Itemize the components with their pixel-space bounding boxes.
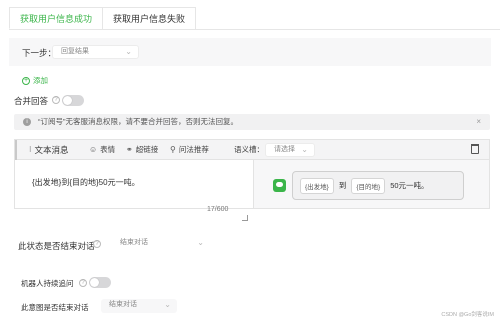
next-step-select[interactable]: 回复结果 ⌄ <box>52 45 139 59</box>
slot-placeholder: 请选择 <box>274 146 295 153</box>
message-preview: {出发地} 到 {目的地} 50元一吨。 <box>253 160 489 208</box>
robot-followup-label: 机器人持续追问 <box>21 279 74 288</box>
next-step-label: 下一步： <box>22 48 57 58</box>
trash-icon[interactable] <box>471 144 479 154</box>
plus-circle-icon: + <box>22 76 30 85</box>
help-icon[interactable]: ? <box>93 240 101 248</box>
end-dialog-label: 此状态是否结束对话 <box>18 241 95 251</box>
tab-user-info-failure[interactable]: 获取用户信息失败 <box>102 7 197 29</box>
notice-text: “订阅号”无客服消息权限，请不要合并回答，否则无法回复。 <box>38 117 238 126</box>
preview-text-tail: 50元一吨。 <box>390 181 429 190</box>
recommend-button[interactable]: ⚲ 问法推荐 <box>170 140 209 160</box>
add-button[interactable]: + 添加 <box>22 75 48 86</box>
close-icon[interactable]: × <box>476 114 481 130</box>
notice-banner: i “订阅号”无客服消息权限，请不要合并回答，否则无法回复。 × <box>14 114 490 130</box>
slot-select[interactable]: 请选择 ⌄ <box>265 143 315 157</box>
wechat-icon <box>273 179 286 192</box>
drag-handle[interactable] <box>15 140 17 160</box>
help-icon[interactable]: ? <box>52 96 60 104</box>
next-step-value: 回复结果 <box>61 48 89 55</box>
slot-chip-destination: {目的地} <box>351 177 386 194</box>
chevron-down-icon: ⌄ <box>164 300 171 309</box>
intent-end-select[interactable]: 结束对话 ⌄ <box>101 299 177 313</box>
watermark: CSDN @Go剑客说IM <box>441 312 494 318</box>
text-message-editor: ⁝ 文本消息 ☺ 表情 ⚭ 超链接 ⚲ 问法推荐 语义槽： 请选择 ⌄ {出发地… <box>14 139 490 221</box>
help-icon[interactable]: ? <box>79 279 87 287</box>
info-icon: i <box>23 118 31 126</box>
char-count: 17/600 <box>207 206 229 213</box>
editor-toolbar: ⁝ 文本消息 ☺ 表情 ⚭ 超链接 ⚲ 问法推荐 语义槽： 请选择 ⌄ <box>15 140 489 160</box>
tab-bar: 获取用户信息成功 获取用户信息失败 <box>9 7 197 29</box>
intent-end-label: 此意图是否结束对话 <box>21 303 89 312</box>
emoji-button[interactable]: ☺ 表情 <box>89 140 115 160</box>
tab-user-info-success[interactable]: 获取用户信息成功 <box>9 7 104 29</box>
end-dialog-select[interactable]: 结束对话 ⌄ <box>112 237 210 251</box>
smile-icon: ☺ <box>89 145 98 154</box>
intent-end-value: 结束对话 <box>109 301 137 308</box>
slot-label: 语义槽： <box>234 145 264 154</box>
chevron-down-icon: ⌄ <box>125 47 132 56</box>
hyperlink-button[interactable]: ⚭ 超链接 <box>126 140 158 160</box>
merge-reply-label: 合并回答 <box>14 96 49 106</box>
tabs-divider <box>9 29 500 30</box>
message-input[interactable]: {出发地}到{目的地}50元一吨。 17/600 <box>15 160 253 221</box>
end-dialog-value: 结束对话 <box>120 239 148 246</box>
chevron-down-icon: ⌄ <box>197 238 204 247</box>
add-label: 添加 <box>33 76 48 85</box>
editor-title: ⁝ 文本消息 <box>29 140 69 160</box>
merge-reply-toggle[interactable] <box>62 95 84 106</box>
preview-text-mid: 到 <box>338 181 347 190</box>
slot-chip-origin: {出发地} <box>300 177 334 194</box>
menu-icon: ⁝ <box>29 145 32 154</box>
chevron-down-icon: ⌄ <box>301 145 308 154</box>
robot-followup-toggle[interactable] <box>89 277 111 288</box>
search-icon: ⚲ <box>170 145 176 154</box>
preview-bubble: {出发地} 到 {目的地} 50元一吨。 <box>292 171 464 200</box>
link-icon: ⚭ <box>126 145 133 154</box>
message-text: {出发地}到{目的地}50元一吨。 <box>32 178 140 187</box>
resize-handle[interactable] <box>242 215 248 221</box>
